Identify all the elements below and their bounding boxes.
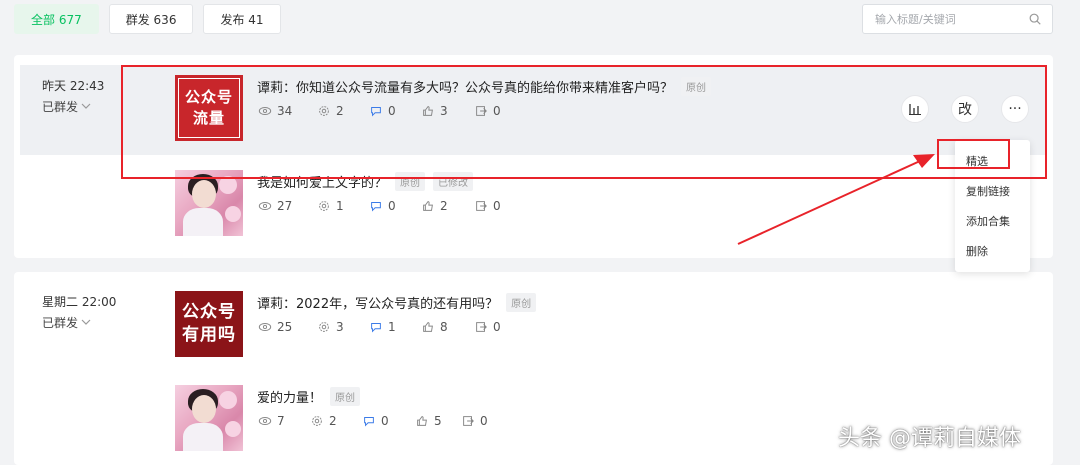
post-time: 昨天 22:43 <box>42 79 105 93</box>
comment-icon <box>371 202 381 212</box>
comment-icon <box>364 417 374 427</box>
search-box <box>862 4 1053 34</box>
stat-likes: 5 <box>415 414 461 428</box>
article-title[interactable]: 谭莉：2022年，写公众号真的还有用吗？ <box>257 293 498 312</box>
stat-likes: 2 <box>421 199 474 213</box>
stat-comments: 0 <box>369 199 421 213</box>
tab-publish[interactable]: 发布 41 <box>203 4 281 34</box>
status-label: 已群发 <box>42 316 79 330</box>
stat-views: 7 <box>258 414 310 428</box>
article-title-line: 谭莉：2022年，写公众号真的还有用吗？ 原创 <box>257 293 537 312</box>
highlight-box <box>121 65 1047 179</box>
thumbs-up-icon <box>423 201 433 211</box>
chevron-down-icon <box>81 103 91 109</box>
stat-shares: 1 <box>317 199 369 213</box>
forward-icon <box>476 322 487 332</box>
stat-shares: 3 <box>317 320 369 334</box>
gear-share-icon <box>319 322 329 332</box>
menu-item-add-collection[interactable]: 添加合集 <box>955 206 1030 236</box>
menu-item-delete[interactable]: 删除 <box>955 236 1030 266</box>
stat-likes: 8 <box>421 320 474 334</box>
eye-icon <box>258 323 272 331</box>
status-dropdown[interactable]: 已群发 <box>42 314 116 331</box>
cover-text: 有用吗 <box>182 325 236 345</box>
forward-icon <box>476 201 487 211</box>
article-cover[interactable] <box>175 170 243 236</box>
gear-share-icon <box>319 201 329 211</box>
stat-forwards: 0 <box>474 320 501 334</box>
cover-text: 公众号 <box>182 302 236 322</box>
chevron-down-icon <box>81 319 91 325</box>
article-cover[interactable]: 公众号 有用吗 <box>175 291 243 357</box>
gear-share-icon <box>312 416 322 426</box>
stat-forwards: 0 <box>461 414 488 428</box>
search-icon[interactable] <box>1028 12 1042 26</box>
article-title-line: 爱的力量！ 原创 <box>257 387 361 406</box>
post-meta: 星期二 22:00 已群发 <box>42 293 116 331</box>
thumbs-up-icon <box>417 416 427 426</box>
stat-shares: 2 <box>310 414 362 428</box>
stat-forwards: 0 <box>474 199 501 213</box>
article-title[interactable]: 爱的力量！ <box>257 387 322 406</box>
original-badge: 原创 <box>506 293 537 312</box>
status-label: 已群发 <box>42 100 79 114</box>
stat-views: 25 <box>258 320 317 334</box>
tab-mass-send[interactable]: 群发 636 <box>108 4 194 34</box>
filter-tabs: 全部 677 群发 636 发布 41 <box>14 4 281 34</box>
menu-item-copy-link[interactable]: 复制链接 <box>955 176 1030 206</box>
stat-comments: 1 <box>369 320 421 334</box>
original-badge: 原创 <box>330 387 361 406</box>
highlight-box <box>937 139 1010 169</box>
search-input[interactable] <box>875 12 1028 26</box>
forward-icon <box>463 416 474 426</box>
stat-views: 27 <box>258 199 317 213</box>
article-cover[interactable] <box>175 385 243 451</box>
eye-icon <box>258 417 272 425</box>
article-stats: 25 3 1 8 0 <box>258 320 501 334</box>
watermark: 头条 @谭莉自媒体 <box>838 426 1021 451</box>
status-dropdown[interactable]: 已群发 <box>42 98 104 115</box>
article-stats: 27 1 0 2 0 <box>258 199 501 213</box>
comment-icon <box>371 323 381 333</box>
tab-all[interactable]: 全部 677 <box>14 4 99 34</box>
post-meta: 昨天 22:43 已群发 <box>42 77 104 115</box>
post-time: 星期二 22:00 <box>42 295 117 309</box>
thumbs-up-icon <box>423 322 433 332</box>
eye-icon <box>258 202 272 210</box>
article-stats: 7 2 0 5 0 <box>258 414 488 428</box>
stat-comments: 0 <box>362 414 415 428</box>
